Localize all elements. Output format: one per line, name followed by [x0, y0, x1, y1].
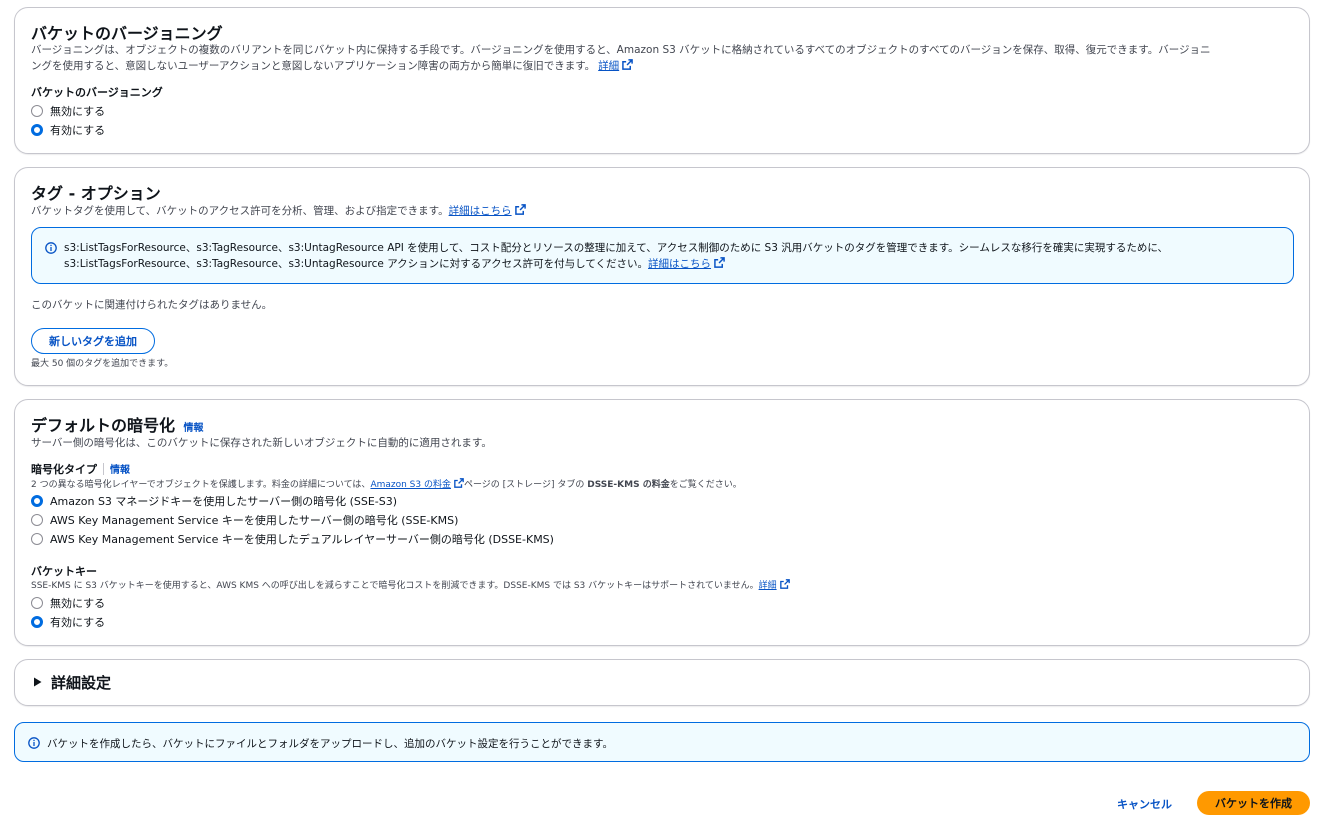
encryption-type-label: 暗号化タイプ	[31, 463, 97, 476]
radio-label: AWS Key Management Service キーを使用したサーバー側の…	[50, 514, 459, 527]
divider	[103, 463, 104, 475]
radio-label: 無効にする	[50, 105, 106, 118]
info-icon	[28, 737, 40, 752]
versioning-learn-more-link[interactable]: 詳細	[598, 60, 619, 72]
desc-text: 2 つの異なる暗号化レイヤーでオブジェクトを保護します。料金の詳細については、	[31, 480, 371, 490]
radio-label: Amazon S3 マネージドキーを使用したサーバー側の暗号化 (SSE-S3)	[50, 495, 398, 508]
cancel-button[interactable]: キャンセル	[1117, 796, 1172, 812]
versioning-option-enable[interactable]: 有効にする	[31, 122, 105, 138]
advanced-settings-title: 詳細設定	[51, 674, 112, 692]
encryption-type-description: 2 つの異なる暗号化レイヤーでオブジェクトを保護します。料金の詳細については、A…	[31, 477, 742, 491]
bucket-key-label: バケットキー	[31, 565, 97, 578]
external-link-icon	[622, 59, 633, 73]
tags-alert-text: s3:ListTagsForResource、s3:TagResource、s3…	[64, 258, 649, 270]
encryption-title: デフォルトの暗号化	[31, 416, 176, 435]
desc-text: をご覧ください。	[669, 480, 742, 490]
radio-button-selected[interactable]	[31, 616, 43, 628]
radio-label: 有効にする	[50, 616, 106, 629]
radio-label: 有効にする	[50, 124, 106, 137]
add-tag-button[interactable]: 新しいタグを追加	[31, 328, 155, 354]
radio-button[interactable]	[31, 105, 43, 117]
versioning-description-text: ングを使用すると、意図しないユーザーアクションと意図しないアプリケーション障害の…	[31, 60, 596, 72]
encryption-type-info-link[interactable]: 情報	[110, 465, 130, 476]
footer-alert-text: バケットを作成したら、バケットにファイルとフォルダをアップロードし、追加のバケッ…	[47, 738, 613, 750]
bucket-key-option-disable[interactable]: 無効にする	[31, 595, 105, 611]
external-link-icon	[779, 579, 790, 592]
tags-info-alert: s3:ListTagsForResource、s3:TagResource、s3…	[31, 227, 1294, 284]
radio-button[interactable]	[31, 597, 43, 609]
tags-limit-text: 最大 50 個のタグを追加できます。	[31, 359, 174, 369]
encryption-info-link[interactable]: 情報	[184, 423, 204, 434]
radio-label: AWS Key Management Service キーを使用したデュアルレイ…	[50, 533, 554, 546]
bucket-key-option-enable[interactable]: 有効にする	[31, 614, 105, 630]
tags-empty-text: このバケットに関連付けられたタグはありません。	[31, 299, 273, 311]
create-bucket-page: バケットのバージョニング バージョニングは、オブジェクトの複数のバリアントを同じ…	[0, 0, 1336, 824]
tags-alert-line1: s3:ListTagsForResource、s3:TagResource、s3…	[64, 242, 1169, 254]
external-link-icon	[454, 478, 464, 491]
versioning-description-line1: バージョニングは、オブジェクトの複数のバリアントを同じバケット内に保持する手段で…	[31, 44, 1211, 56]
external-link-icon	[714, 257, 725, 271]
tags-description-text: バケットタグを使用して、バケットのアクセス許可を分析、管理、および指定できます。	[31, 205, 449, 217]
encryption-panel: デフォルトの暗号化 情報 サーバー側の暗号化は、このバケットに保存された新しいオ…	[14, 399, 1310, 646]
tags-title: タグ - オプション	[31, 184, 161, 203]
encryption-option-sse-s3[interactable]: Amazon S3 マネージドキーを使用したサーバー側の暗号化 (SSE-S3)	[31, 493, 397, 509]
versioning-option-disable[interactable]: 無効にする	[31, 103, 105, 119]
encryption-option-sse-kms[interactable]: AWS Key Management Service キーを使用したサーバー側の…	[31, 512, 458, 528]
footer-info-alert: バケットを作成したら、バケットにファイルとフォルダをアップロードし、追加のバケッ…	[14, 722, 1310, 762]
encryption-description: サーバー側の暗号化は、このバケットに保存された新しいオブジェクトに自動的に適用さ…	[31, 437, 492, 449]
radio-button-selected[interactable]	[31, 495, 43, 507]
tags-alert-line2: s3:ListTagsForResource、s3:TagResource、s3…	[64, 256, 725, 271]
tags-panel: タグ - オプション バケットタグを使用して、バケットのアクセス許可を分析、管理…	[14, 167, 1310, 386]
versioning-description-line2: ングを使用すると、意図しないユーザーアクションと意図しないアプリケーション障害の…	[31, 58, 633, 73]
desc-text: SSE-KMS に S3 バケットキーを使用すると、AWS KMS への呼び出し…	[31, 581, 759, 591]
radio-button[interactable]	[31, 533, 43, 545]
create-bucket-button[interactable]: バケットを作成	[1197, 791, 1310, 815]
encryption-option-dsse-kms[interactable]: AWS Key Management Service キーを使用したデュアルレイ…	[31, 531, 554, 547]
versioning-title: バケットのバージョニング	[31, 24, 223, 43]
encryption-header: デフォルトの暗号化 情報	[31, 412, 204, 436]
encryption-type-header: 暗号化タイプ 情報	[31, 461, 130, 477]
desc-text: ページの [ストレージ] タブの	[463, 480, 588, 490]
bucket-key-learn-more-link[interactable]: 詳細	[759, 581, 777, 591]
caret-right-icon	[33, 677, 42, 690]
bucket-key-description: SSE-KMS に S3 バケットキーを使用すると、AWS KMS への呼び出し…	[31, 578, 790, 592]
external-link-icon	[514, 204, 526, 218]
tags-learn-more-link[interactable]: 詳細はこちら	[449, 205, 512, 217]
tags-alert-learn-more-link[interactable]: 詳細はこちら	[648, 258, 711, 270]
radio-label: 無効にする	[50, 597, 106, 610]
radio-button[interactable]	[31, 514, 43, 526]
versioning-field-label: バケットのバージョニング	[31, 86, 163, 99]
tags-description: バケットタグを使用して、バケットのアクセス許可を分析、管理、および指定できます。…	[31, 203, 526, 218]
s3-pricing-link[interactable]: Amazon S3 の料金	[370, 480, 451, 490]
info-icon	[45, 242, 57, 257]
radio-button-selected[interactable]	[31, 124, 43, 136]
desc-bold-text: DSSE-KMS の料金	[587, 480, 670, 490]
versioning-panel: バケットのバージョニング バージョニングは、オブジェクトの複数のバリアントを同じ…	[14, 7, 1310, 154]
advanced-settings-expander[interactable]: 詳細設定	[14, 659, 1310, 706]
